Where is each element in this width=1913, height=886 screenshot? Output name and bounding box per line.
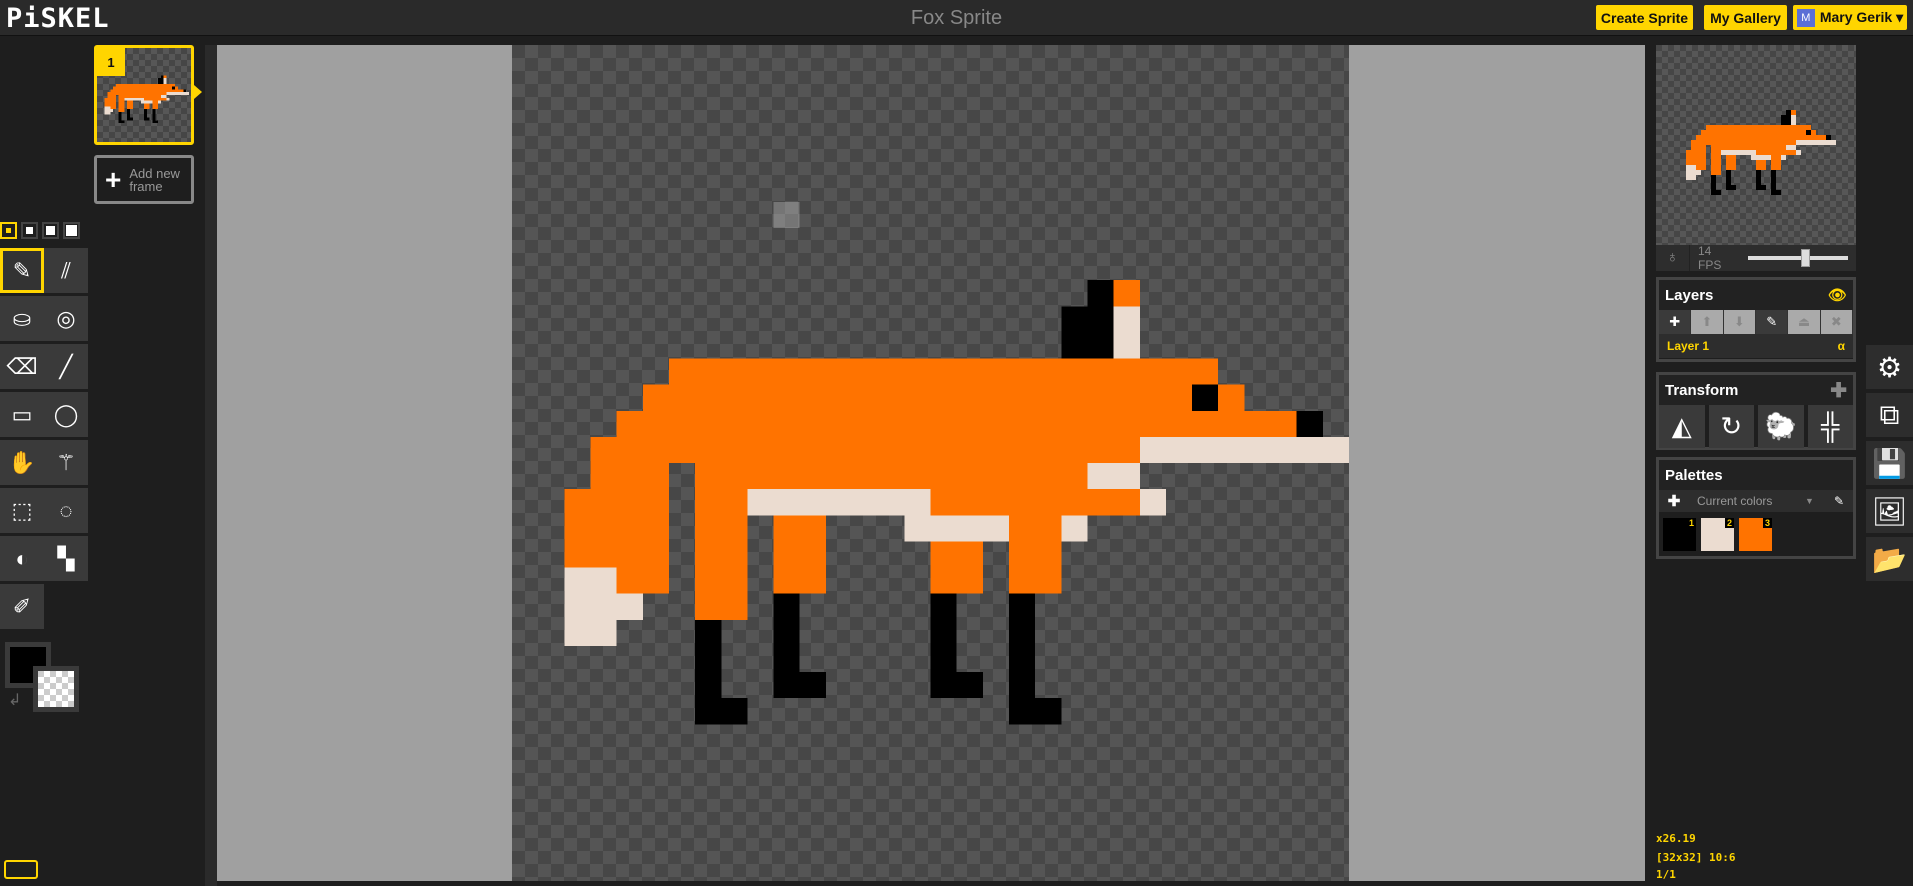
pen-tool[interactable]: ✎ [0,248,44,293]
create-sprite-button[interactable]: Create Sprite [1596,5,1693,30]
add-frame-label: Add new frame [129,165,180,194]
user-menu-button[interactable]: M Mary Gerik ▾ [1793,5,1907,30]
pen-size-3[interactable] [42,222,59,239]
pen-size-1[interactable] [0,222,17,239]
eraser-tool[interactable]: ⌫ [0,344,44,389]
add-palette-button[interactable]: ✚ [1659,492,1689,510]
settings-icon[interactable]: ⚙ [1866,345,1913,391]
drawing-canvas[interactable] [512,45,1349,881]
frame-thumbnail[interactable]: 1 [94,45,194,145]
my-gallery-button[interactable]: My Gallery [1704,5,1787,30]
move-layer-up-button[interactable]: ⬆ [1691,310,1724,334]
paint-bucket-icon: ⛀ [12,305,32,331]
layer-opacity-button[interactable]: α [1838,339,1845,353]
top-bar: PiSKEL Fox Sprite Create Sprite My Galle… [0,0,1913,36]
pen-size-2[interactable] [21,222,38,239]
secondary-color-swatch[interactable] [33,666,79,712]
paint-all-same-color-icon: ◎ [56,305,76,331]
chevron-down-icon[interactable]: ▼ [1805,496,1825,506]
merge-layer-button[interactable]: ⏏ [1788,310,1821,334]
color-picker-icon: ✐ [12,593,32,619]
rotate-icon[interactable]: ↻ [1708,405,1754,448]
move-tool[interactable]: ✋ [0,440,44,485]
palette-swatch[interactable]: 2 [1701,518,1734,551]
move-layer-down-button[interactable]: ⬇ [1723,310,1756,334]
import-icon[interactable]: 📂 [1866,537,1913,583]
onion-skin-icon[interactable]: ♁ [1656,245,1690,271]
lasso-select-icon: ◌ [59,497,73,523]
layers-panel: Layers 👁 ✚ ⬆ ⬇ ✎ ⏏ ✖ Layer 1 α [1656,277,1856,362]
user-name: Mary Gerik ▾ [1819,9,1904,25]
palettes-panel: Palettes ✚ Current colors ▼ ✎ 1 2 3 [1656,457,1856,559]
magic-wand-tool[interactable]: ⚚ [44,440,88,485]
palette-swatch[interactable]: 1 [1663,518,1696,551]
eye-icon[interactable]: 👁 [1828,286,1847,304]
rectangle-tool[interactable]: ▭ [0,392,44,437]
selected-frame-arrow-icon [194,85,202,99]
swatch-number: 2 [1724,518,1734,528]
pen-icon: ✎ [12,257,32,283]
rectangle-select-tool[interactable]: ⬚ [0,488,44,533]
fps-slider[interactable] [1748,249,1848,267]
paint-bucket-tool[interactable]: ⛀ [0,296,44,341]
lighten-tool[interactable]: ◐ [0,536,44,581]
layer-name: Layer 1 [1667,339,1710,353]
zoom-level: x26.19 [1656,832,1696,845]
transform-panel: Transform ✚ ◭ ↻ 🐑 ╬ [1656,372,1856,450]
add-frame-button[interactable]: + Add new frame [94,155,194,204]
magic-wand-icon: ⚚ [56,449,76,475]
swatch-number: 1 [1686,518,1696,528]
rectangle-select-icon: ⬚ [11,497,33,523]
frame-number: 1 [97,48,125,76]
transform-title: Transform [1665,381,1739,399]
move-icon: ✋ [8,449,36,475]
color-picker-tool[interactable]: ✐ [0,584,44,629]
edit-layer-button[interactable]: ✎ [1755,310,1789,334]
eraser-icon: ⌫ [6,353,38,379]
swatch-number: 3 [1762,518,1772,528]
pen-size-4[interactable] [63,222,80,239]
vertical-mirror-pen-tool[interactable]: ⫽ [44,248,88,293]
frame-counter: 1/1 [1656,868,1676,881]
keyboard-shortcuts-icon[interactable] [4,860,38,879]
fps-label: 14 FPS [1698,244,1722,272]
lasso-select-tool[interactable]: ◌ [44,488,88,533]
panel-divider [205,45,217,886]
avatar: M [1796,8,1815,27]
flip-icon[interactable]: ◭ [1659,405,1705,448]
lighten-icon: ◐ [15,545,29,571]
dithering-tool[interactable]: ▚ [44,536,88,581]
plus-icon[interactable]: ✚ [1830,378,1847,403]
clone-sheep-icon[interactable]: 🐑 [1758,405,1804,448]
save-icon[interactable]: 💾 [1866,441,1913,487]
stroke-icon: ╱ [59,353,73,379]
delete-layer-button[interactable]: ✖ [1820,310,1853,334]
plus-icon: + [105,163,122,195]
palette-select[interactable]: Current colors [1689,494,1805,508]
circle-icon: ◯ [53,401,79,427]
edit-palette-icon[interactable]: ✎ [1825,494,1853,508]
animation-preview [1656,45,1856,245]
layers-title: Layers [1665,286,1714,304]
export-icon[interactable]: 🖼 [1866,489,1913,535]
layer-item[interactable]: Layer 1 α [1659,334,1853,358]
paint-all-same-color-tool[interactable]: ◎ [44,296,88,341]
center-icon[interactable]: ╬ [1807,405,1853,448]
circle-tool[interactable]: ◯ [44,392,88,437]
resize-icon[interactable]: ⧉ [1866,393,1913,439]
fps-slider-thumb[interactable] [1801,249,1811,267]
palette-swatches: 1 2 3 [1659,512,1853,562]
cursor-info: [32x32] 10:6 [1656,851,1736,864]
palettes-title: Palettes [1665,466,1723,484]
rectangle-icon: ▭ [11,401,33,427]
dithering-icon: ▚ [57,545,75,571]
stroke-tool[interactable]: ╱ [44,344,88,389]
add-layer-button[interactable]: ✚ [1659,310,1692,334]
fps-bar: ♁ 14 FPS [1656,244,1856,272]
palette-swatch[interactable]: 3 [1739,518,1772,551]
swap-colors-icon[interactable]: ↲ [8,690,21,710]
vertical-mirror-pen-icon: ⫽ [61,257,71,283]
